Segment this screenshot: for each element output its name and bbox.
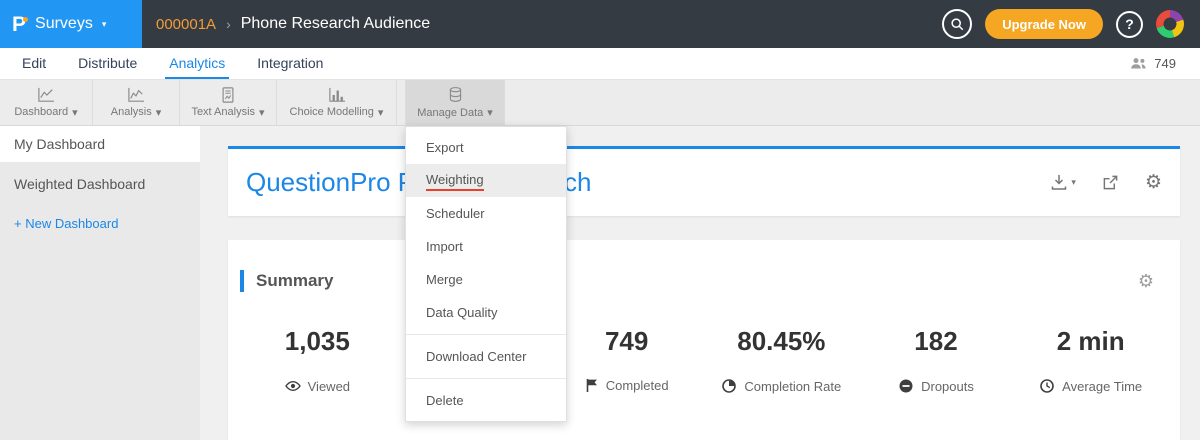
product-name: Surveys [35,15,93,33]
flag-icon [585,378,599,393]
respondent-count-value: 749 [1154,56,1176,71]
weighting-label-red-underline: Weighting [426,172,484,191]
chevron-down-icon: ▾ [378,106,384,119]
menu-divider [406,334,566,335]
survey-nav: Edit Distribute Analytics Integration 74… [0,48,1200,80]
share-icon[interactable] [1102,174,1119,191]
menu-item-import[interactable]: Import [406,230,566,263]
dashboard-title-actions: ▾ ⚙ [1050,173,1162,192]
eye-icon [285,378,301,394]
summary-heading: Summary [256,271,333,291]
stat-value: 1,035 [240,328,395,354]
respondent-count[interactable]: 749 [1130,48,1200,79]
breadcrumb-survey-title: Phone Research Audience [241,15,430,33]
menu-item-delete[interactable]: Delete [406,384,566,417]
body: My Dashboard Weighted Dashboard + New Da… [0,126,1200,440]
stat-value: 749 [549,328,704,354]
share-glyph [1102,174,1119,191]
breadcrumb-separator-icon: › [226,16,231,32]
nav-tab-integration[interactable]: Integration [253,48,327,79]
stat-label-text: Average Time [1062,379,1142,394]
text-analysis-doc-icon [220,87,236,103]
chevron-down-icon: ▾ [102,19,107,30]
menu-item-scheduler[interactable]: Scheduler [406,197,566,230]
menu-divider [406,378,566,379]
stat-completed: 749 Completed [549,328,704,394]
stat-completion-rate: 80.45% Completion Rate [704,328,859,394]
manage-data-dropdown: Export Weighting Scheduler Import Merge … [405,126,567,422]
toolbar-item-label: Dashboard [14,106,68,118]
topbar: P Surveys ▾ 000001A › Phone Research Aud… [0,0,1200,48]
toolbar-item-label: Text Analysis [191,106,255,118]
nav-tab-distribute[interactable]: Distribute [74,48,141,79]
toolbar-item-text-analysis[interactable]: Text Analysis ▾ [180,80,277,125]
main-content: QuestionPro Phone Research ▾ [200,126,1200,440]
magnifier-glyph [950,17,965,32]
summary-card: Summary ⚙ 1,035 Viewed [228,240,1180,440]
line-chart-icon [37,87,55,103]
menu-item-data-quality[interactable]: Data Quality [406,296,566,329]
toolbar-item-choice-modelling[interactable]: Choice Modelling ▾ [277,80,397,125]
clock-icon [1039,378,1055,394]
new-dashboard-link[interactable]: + New Dashboard [0,216,200,231]
toolbar-item-analysis[interactable]: Analysis ▾ [93,80,180,125]
dropouts-icon [898,378,914,394]
breadcrumb: 000001A › Phone Research Audience [156,15,430,33]
menu-item-weighting[interactable]: Weighting [406,164,566,197]
toolbar-item-label: Choice Modelling [290,106,374,118]
nav-tab-edit[interactable]: Edit [18,48,50,79]
summary-gear-icon[interactable]: ⚙ [1138,272,1168,290]
summary-stats: 1,035 Viewed 749 [240,328,1168,394]
search-icon[interactable] [942,9,972,39]
download-icon[interactable]: ▾ [1050,174,1076,191]
sidebar-item-my-dashboard[interactable]: My Dashboard [0,126,200,162]
stat-viewed: 1,035 Viewed [240,328,395,394]
stat-label-text: Dropouts [921,379,974,394]
upgrade-now-button[interactable]: Upgrade Now [985,9,1103,39]
toolbar-item-manage-data[interactable]: Manage Data ▾ [405,80,505,125]
toolbar-item-dashboard[interactable]: Dashboard ▾ [0,80,93,125]
stat-label-text: Completion Rate [744,379,841,394]
help-icon[interactable]: ? [1116,11,1143,38]
chevron-down-icon: ▾ [156,106,162,119]
sidebar-item-weighted-dashboard[interactable]: Weighted Dashboard [0,166,200,202]
menu-item-merge[interactable]: Merge [406,263,566,296]
analysis-chart-icon [127,87,145,103]
toolbar-item-label: Manage Data [417,107,483,119]
stat-value: 182 [859,328,1014,354]
stat-dropouts: 182 Dropouts [859,328,1014,394]
chevron-down-icon: ▾ [72,106,78,119]
topbar-actions: Upgrade Now ? [942,9,1200,39]
questionpro-logo-icon: P [12,14,26,35]
download-glyph [1050,174,1068,191]
stat-value: 80.45% [704,328,859,354]
dashboard-title-card: QuestionPro Phone Research ▾ [228,146,1180,216]
menu-item-download-center[interactable]: Download Center [406,340,566,373]
stat-label-text: Viewed [308,379,350,394]
colorful-profile-icon[interactable] [1156,10,1184,38]
menu-item-export[interactable]: Export [406,131,566,164]
stat-value: 2 min [1013,328,1168,354]
dashboard-sidebar: My Dashboard Weighted Dashboard + New Da… [0,126,200,440]
summary-accent-bar [240,270,244,292]
people-icon [1130,56,1147,71]
breadcrumb-survey-id[interactable]: 000001A [156,16,216,33]
toolbar-item-label: Analysis [111,106,152,118]
completion-rate-icon [721,378,737,394]
summary-header: Summary ⚙ [240,270,1168,292]
nav-tab-analytics[interactable]: Analytics [165,48,229,79]
chevron-down-icon: ▾ [487,106,493,119]
analytics-toolbar: Dashboard ▾ Analysis ▾ Text Analysis ▾ [0,80,1200,126]
stat-average-time: 2 min Average Time [1013,328,1168,394]
settings-gear-icon[interactable]: ⚙ [1145,173,1162,192]
chevron-down-icon: ▾ [259,106,265,119]
database-icon [447,86,464,103]
stat-label-text: Completed [606,378,669,393]
chevron-down-icon: ▾ [1071,177,1076,188]
bar-chart-icon [328,87,346,103]
product-switcher[interactable]: P Surveys ▾ [0,0,142,48]
